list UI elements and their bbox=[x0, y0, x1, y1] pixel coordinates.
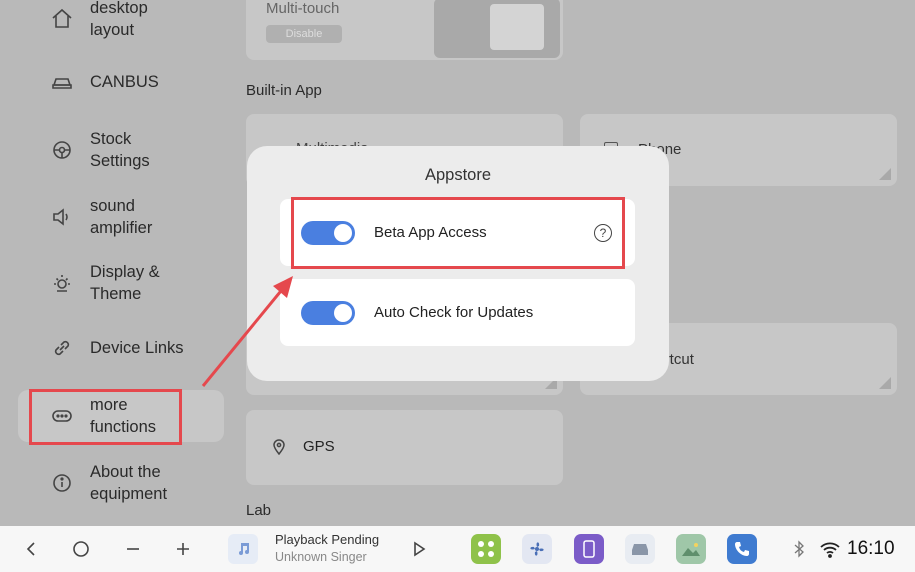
card-label: GPS bbox=[303, 438, 335, 455]
sidebar-item-label: CANBUS bbox=[90, 73, 159, 91]
media-title: Playback Pending bbox=[275, 532, 380, 547]
gesture-screen-icon bbox=[490, 4, 544, 50]
bluetooth-icon bbox=[793, 540, 805, 563]
apps-grid-icon[interactable] bbox=[471, 534, 501, 564]
toggle-knob bbox=[334, 303, 352, 322]
sidebar-item-label: Stock Settings bbox=[90, 130, 150, 170]
multitouch-label: Multi-touch bbox=[266, 0, 340, 17]
auto-check-updates-row: Auto Check for Updates bbox=[280, 279, 635, 346]
play-icon bbox=[414, 541, 426, 557]
sidebar-item-label: About the equipment bbox=[90, 463, 168, 503]
circle-home-icon bbox=[73, 541, 89, 557]
gps-card[interactable]: GPS bbox=[246, 410, 563, 485]
corner-triangle-icon bbox=[879, 377, 891, 389]
sidebar-item-device-links[interactable]: Device Links bbox=[18, 326, 224, 370]
builtin-app-title: Built-in App bbox=[246, 82, 322, 99]
wifi-icon bbox=[819, 540, 841, 563]
location-pin-icon bbox=[272, 439, 286, 460]
brightness-icon bbox=[48, 269, 76, 297]
volume-down-button[interactable] bbox=[118, 526, 148, 572]
sidebar: desktop layout CANBUS Stock Settings sou… bbox=[0, 0, 232, 526]
sidebar-item-label: sound amplifier bbox=[90, 197, 153, 237]
sidebar-item-sound-amplifier[interactable]: sound amplifier bbox=[18, 193, 224, 241]
speaker-icon bbox=[48, 203, 76, 231]
multitouch-card[interactable]: Multi-touch Disable bbox=[246, 0, 563, 60]
sidebar-item-label: Display & Theme bbox=[90, 263, 160, 303]
steering-wheel-icon bbox=[48, 136, 76, 164]
back-button[interactable] bbox=[16, 526, 46, 572]
disable-button[interactable]: Disable bbox=[266, 25, 342, 43]
sidebar-item-label: Device Links bbox=[90, 339, 184, 357]
sidebar-item-display-theme[interactable]: Display & Theme bbox=[18, 259, 224, 307]
highlight-box-more-functions bbox=[29, 389, 182, 445]
hand-image bbox=[434, 0, 560, 58]
sidebar-item-label: desktop layout bbox=[90, 0, 148, 39]
phone-call-icon[interactable] bbox=[727, 534, 757, 564]
auto-check-updates-toggle[interactable] bbox=[301, 300, 355, 325]
home-button[interactable] bbox=[66, 526, 96, 572]
gallery-icon[interactable] bbox=[676, 534, 706, 564]
link-icon bbox=[48, 334, 76, 362]
lab-title: Lab bbox=[246, 502, 272, 519]
sidebar-item-desktop-layout[interactable]: desktop layout bbox=[18, 0, 224, 44]
phone-link-icon[interactable] bbox=[574, 534, 604, 564]
volume-up-button[interactable] bbox=[168, 526, 198, 572]
play-button[interactable] bbox=[404, 526, 434, 572]
plus-icon bbox=[177, 543, 189, 555]
option-label: Auto Check for Updates bbox=[374, 304, 534, 321]
clock: 16:10 bbox=[847, 538, 895, 559]
corner-triangle-icon bbox=[879, 168, 891, 180]
annotation-arrow bbox=[201, 276, 293, 387]
car-icon bbox=[48, 68, 76, 96]
fan-icon[interactable] bbox=[522, 534, 552, 564]
sidebar-item-canbus[interactable]: CANBUS bbox=[18, 60, 224, 104]
sidebar-item-about[interactable]: About the equipment bbox=[18, 459, 224, 507]
dialog-title: Appstore bbox=[424, 166, 492, 184]
music-note-icon[interactable] bbox=[228, 534, 258, 564]
car-app-icon[interactable] bbox=[625, 534, 655, 564]
back-icon bbox=[26, 542, 35, 556]
taskbar: Playback Pending Unknown Singer 16:10 bbox=[0, 526, 915, 572]
highlight-box-beta bbox=[291, 197, 625, 269]
media-artist: Unknown Singer bbox=[275, 550, 367, 564]
minus-icon bbox=[127, 548, 139, 550]
home-icon bbox=[48, 5, 76, 33]
info-icon bbox=[48, 469, 76, 497]
sidebar-item-stock-settings[interactable]: Stock Settings bbox=[18, 126, 224, 174]
